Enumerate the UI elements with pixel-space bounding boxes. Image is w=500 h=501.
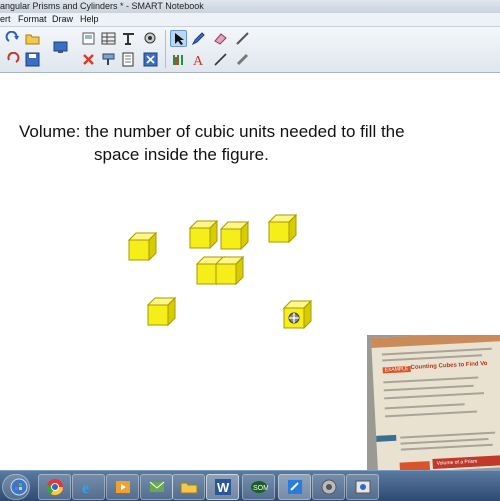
full-screen-button[interactable] <box>80 30 97 47</box>
magic-pen-button[interactable] <box>234 51 251 68</box>
taskbar-chrome[interactable] <box>38 474 71 500</box>
taskbar-media-player[interactable] <box>106 474 139 500</box>
word-icon: W <box>215 479 231 495</box>
taskbar-mail[interactable] <box>140 474 173 500</box>
definition-line-2: space inside the figure. <box>94 145 269 164</box>
volume-definition: Volume: the number of cubic units needed… <box>19 120 479 166</box>
display-button[interactable] <box>120 51 137 68</box>
eraser-icon <box>214 33 227 45</box>
svg-text:SOM: SOM <box>253 485 268 492</box>
creative-pen-button[interactable] <box>170 51 187 68</box>
start-button[interactable] <box>2 474 30 500</box>
app-icon: SOM <box>251 481 268 493</box>
undo-button[interactable] <box>4 51 21 68</box>
unit-cube[interactable] <box>214 255 245 291</box>
text-icon: A <box>193 54 204 67</box>
save-button[interactable] <box>24 51 41 68</box>
toolbar: A <box>0 27 500 73</box>
delete-button[interactable] <box>80 51 97 68</box>
open-folder-icon <box>25 34 40 45</box>
line-button[interactable] <box>234 30 251 47</box>
windows-icon <box>10 478 28 496</box>
redo-button[interactable] <box>4 30 21 47</box>
undo-icon <box>7 52 20 63</box>
table-button[interactable] <box>100 30 117 47</box>
unit-cube[interactable] <box>188 219 219 255</box>
webcam-overlay: EXAMPLE Counting Cubes to Find Vo Volume… <box>367 335 500 470</box>
pink-tab <box>399 461 430 470</box>
notebook-icon <box>288 480 302 494</box>
unit-cube[interactable] <box>282 299 313 335</box>
folder-icon <box>180 482 198 494</box>
clear-page-button[interactable] <box>120 30 137 47</box>
creative-pen-icon <box>173 55 183 65</box>
taskbar-app[interactable]: SOM <box>242 474 275 500</box>
shapes-button[interactable] <box>212 51 229 68</box>
pen-icon <box>191 32 205 46</box>
window-title: angular Prisms and Cylinders * - SMART N… <box>0 1 204 11</box>
taskbar-word[interactable]: W <box>206 474 239 500</box>
redo-icon <box>5 31 19 42</box>
document-camera-icon <box>144 32 156 44</box>
tool-icon <box>321 479 337 495</box>
select-button[interactable] <box>170 30 187 47</box>
screen-capture-button[interactable] <box>52 39 69 56</box>
taskbar-tool[interactable] <box>312 474 345 500</box>
toolbar-separator <box>165 30 166 68</box>
delete-icon <box>83 54 94 65</box>
pen-button[interactable] <box>190 30 207 47</box>
shapes-icon <box>214 53 227 66</box>
resize-icon <box>143 52 158 67</box>
screen-capture-icon <box>53 41 68 53</box>
explorer-icon: e <box>82 480 89 496</box>
magic-pen-icon <box>236 53 249 66</box>
display-icon <box>122 52 134 67</box>
table-icon <box>101 32 116 45</box>
example-label: EXAMPLE <box>382 365 411 374</box>
save-icon <box>25 52 40 67</box>
taskbar-folder[interactable] <box>172 474 205 500</box>
screen-shade-button[interactable] <box>100 51 117 68</box>
chrome-icon <box>46 479 64 496</box>
taskbar: e W SOM <box>0 470 500 501</box>
media-player-icon <box>116 481 130 493</box>
page-header-band <box>371 335 500 348</box>
menu-insert[interactable]: ert <box>0 13 11 26</box>
volume-tab: Volume of a Prism <box>432 455 500 469</box>
open-button[interactable] <box>24 30 41 47</box>
select-arrow-icon <box>175 33 184 45</box>
definition-line-1: Volume: the number of cubic units needed… <box>19 122 405 141</box>
menu-bar: ert Format Draw Help <box>0 13 500 27</box>
example-title: Counting Cubes to Find Vo <box>410 360 488 371</box>
unit-cube[interactable] <box>127 231 158 267</box>
svg-text:A: A <box>193 54 204 67</box>
line-icon <box>236 32 249 45</box>
menu-format[interactable]: Format <box>18 13 47 26</box>
clear-page-icon <box>123 33 134 45</box>
unit-cube[interactable] <box>219 220 250 256</box>
eraser-button[interactable] <box>212 30 229 47</box>
menu-help[interactable]: Help <box>80 13 99 26</box>
textbook-page: EXAMPLE Counting Cubes to Find Vo Volume… <box>371 335 500 470</box>
title-bar: angular Prisms and Cylinders * - SMART N… <box>0 0 500 13</box>
svg-text:e: e <box>82 480 89 496</box>
document-camera-button[interactable] <box>142 30 159 47</box>
resize-button[interactable] <box>142 51 159 68</box>
svg-text:W: W <box>217 480 230 495</box>
menu-draw[interactable]: Draw <box>52 13 73 26</box>
taskbar-notebook[interactable] <box>278 474 311 500</box>
taskbar-capture[interactable] <box>346 474 379 500</box>
taskbar-explorer[interactable]: e <box>72 474 105 500</box>
mail-icon <box>149 481 165 492</box>
full-screen-icon <box>82 32 95 45</box>
text-button[interactable]: A <box>190 51 207 68</box>
screen-shade-icon <box>102 53 115 65</box>
unit-cube[interactable] <box>146 296 177 332</box>
unit-cube[interactable] <box>267 213 298 249</box>
capture-icon <box>355 480 371 494</box>
